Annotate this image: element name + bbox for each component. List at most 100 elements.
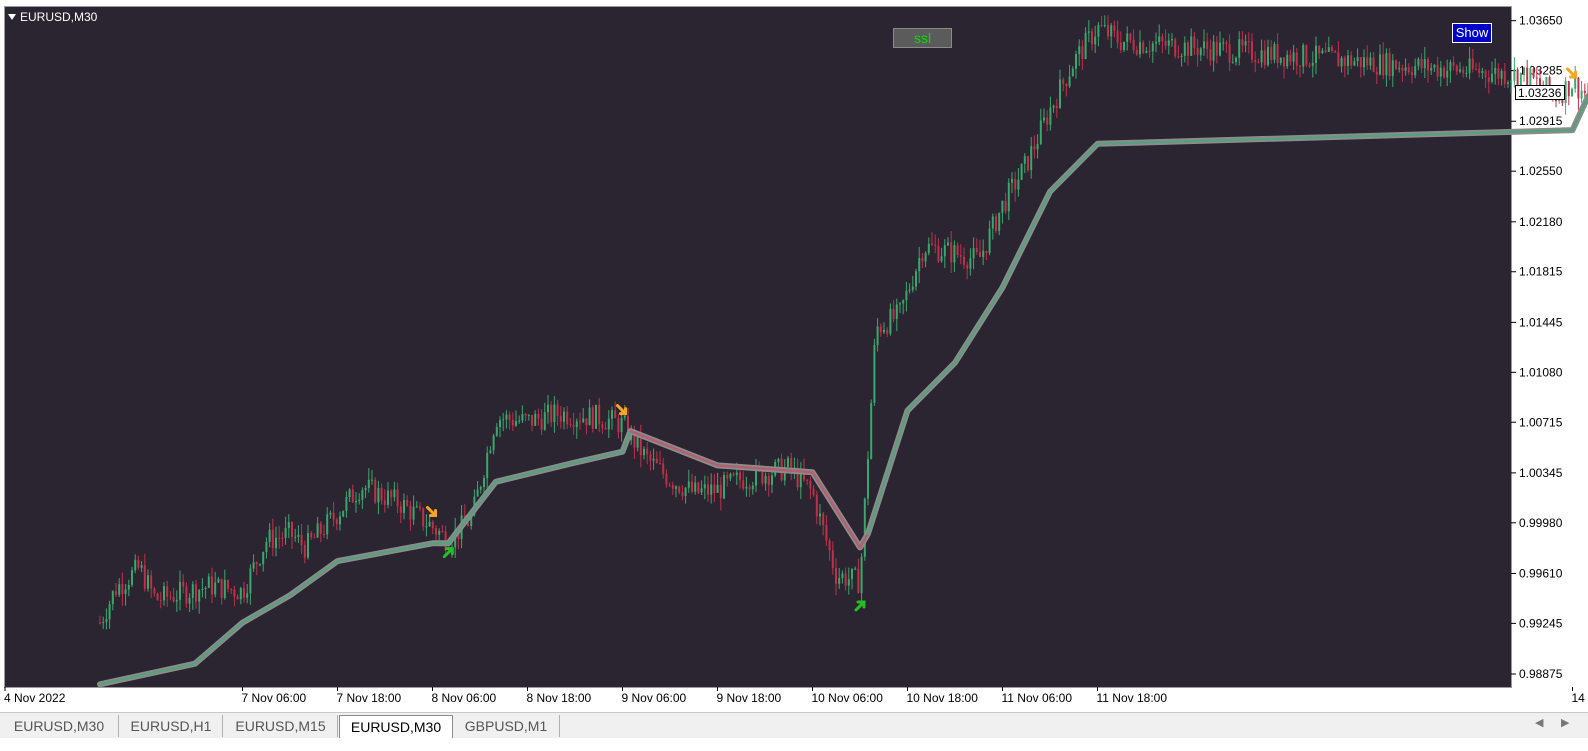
candle-body-442: [1513, 69, 1516, 81]
candle-body-402: [1385, 53, 1388, 76]
candle-body-350: [1219, 42, 1221, 56]
symbol-title: EURUSD,M30: [8, 10, 97, 24]
candle-body-274: [975, 247, 978, 253]
candle-body-38: [220, 578, 223, 598]
candle-body-445: [1523, 67, 1525, 73]
candle-body-34: [207, 576, 210, 588]
candle-body-242: [873, 344, 876, 403]
candle-body-417: [1433, 64, 1436, 68]
candle-body-250: [899, 303, 901, 305]
candle-body-394: [1359, 57, 1362, 68]
candle-body-2: [105, 619, 108, 623]
candle-body-346: [1206, 41, 1209, 49]
candle-body-388: [1340, 57, 1343, 67]
candle-body-102: [425, 526, 428, 528]
candle-body-410: [1411, 72, 1413, 76]
candle-body-51: [262, 551, 265, 565]
candle-body-344: [1199, 48, 1202, 56]
candle-body-331: [1158, 36, 1161, 42]
candle-body-315: [1107, 24, 1109, 37]
tab-eurusd-m30-active[interactable]: EURUSD,M30: [339, 715, 453, 738]
show-button[interactable]: Show: [1452, 23, 1492, 43]
candle-body-371: [1286, 54, 1289, 67]
candle-body-310: [1091, 31, 1093, 45]
x-tick-label-10: 11 Nov 18:00: [1097, 691, 1168, 705]
candle-body-383: [1324, 50, 1327, 52]
candle-body-300: [1059, 79, 1061, 108]
ssl-line-segment-18: [1048, 142, 1099, 193]
x-tick-label-8: 10 Nov 18:00: [907, 691, 979, 705]
candle-body-79: [351, 489, 354, 503]
chart-tabs-bar: EURUSD,M30 EURUSD,H1 EURUSD,M15 EURUSD,M…: [0, 712, 1588, 739]
candle-body-305: [1075, 54, 1077, 69]
tab-scroll-right-icon[interactable]: ▶: [1561, 716, 1569, 729]
sell-arrow-icon-4: [1566, 67, 1576, 78]
candle-body-46: [246, 593, 249, 598]
candle-body-138: [540, 418, 543, 430]
candle-body-84: [367, 479, 370, 489]
ssl-indicator-label[interactable]: ssl: [893, 28, 952, 48]
candle-body-37: [217, 578, 220, 583]
tab-eurusd-m15[interactable]: EURUSD,M15: [224, 715, 338, 737]
candle-body-423: [1452, 62, 1455, 66]
candle-body-9: [127, 584, 130, 590]
candle-body-265: [947, 242, 949, 246]
tab-eurusd-h1[interactable]: EURUSD,H1: [120, 715, 223, 737]
tab-scroll-left-icon[interactable]: ◀: [1535, 716, 1543, 729]
candle-body-328: [1148, 50, 1151, 52]
candle-body-298: [1052, 105, 1055, 108]
candle-body-83: [364, 488, 367, 491]
candle-body-152: [585, 418, 588, 426]
ssl-line-segment-1: [193, 621, 244, 665]
candle-body-92: [393, 489, 396, 498]
candle-body-372: [1289, 54, 1292, 62]
chevron-down-icon[interactable]: [8, 14, 16, 20]
candle-body-287: [1017, 179, 1020, 190]
candle-body-4: [111, 591, 114, 605]
candle-body-368: [1276, 43, 1279, 63]
candle-body-143: [556, 404, 559, 416]
candle-body-293: [1036, 144, 1039, 150]
candle-body-174: [655, 458, 658, 464]
candle-body-268: [956, 245, 959, 256]
candle-body-360: [1251, 41, 1253, 60]
candle-body-183: [684, 487, 687, 497]
candle-body-140: [547, 404, 549, 413]
tab-eurusd-m30-1[interactable]: EURUSD,M30: [0, 715, 119, 737]
candle-body-276: [982, 250, 985, 258]
candle-body-41: [230, 588, 233, 590]
candle-body-358: [1244, 41, 1247, 46]
tab-gbpusd-m1[interactable]: GBPUSD,M1: [453, 715, 560, 737]
chart-window[interactable]: 1.03650 1.03285 1.02915 1.02550 1.02180 1.018…: [0, 0, 1588, 712]
candle-body-192: [713, 484, 716, 493]
candle-body-129: [511, 420, 514, 426]
candle-body-189: [703, 484, 706, 489]
candle-body-75: [339, 516, 341, 525]
candle-body-39: [223, 580, 226, 598]
candle-body-235: [851, 568, 853, 580]
candle-body-434: [1487, 77, 1490, 82]
y-tick-label-13: 0.98875: [1519, 667, 1563, 681]
candle-body-311: [1094, 36, 1097, 45]
candle-body-340: [1187, 42, 1189, 56]
candle-body-186: [694, 482, 697, 492]
candle-body-223: [812, 488, 815, 495]
candle-body-431: [1478, 68, 1481, 74]
candle-body-239: [863, 498, 866, 557]
candle-body-352: [1225, 42, 1228, 45]
candle-body-231: [838, 578, 841, 584]
candle-body-5: [115, 591, 117, 595]
candle-body-291: [1030, 146, 1033, 171]
candle-body-353: [1228, 44, 1231, 63]
candle-body-12: [137, 559, 140, 568]
candle-body-203: [748, 486, 751, 490]
candle-body-243: [876, 326, 879, 345]
ssl-line-segment-20: [1571, 94, 1588, 132]
candle-body-351: [1222, 42, 1225, 44]
candle-body-26: [182, 581, 185, 587]
candle-body-31: [198, 590, 201, 602]
candle-body-158: [604, 427, 607, 430]
candle-body-425: [1459, 69, 1461, 72]
candle-body-89: [383, 500, 386, 505]
ssl-line-outer: [97, 92, 1588, 688]
